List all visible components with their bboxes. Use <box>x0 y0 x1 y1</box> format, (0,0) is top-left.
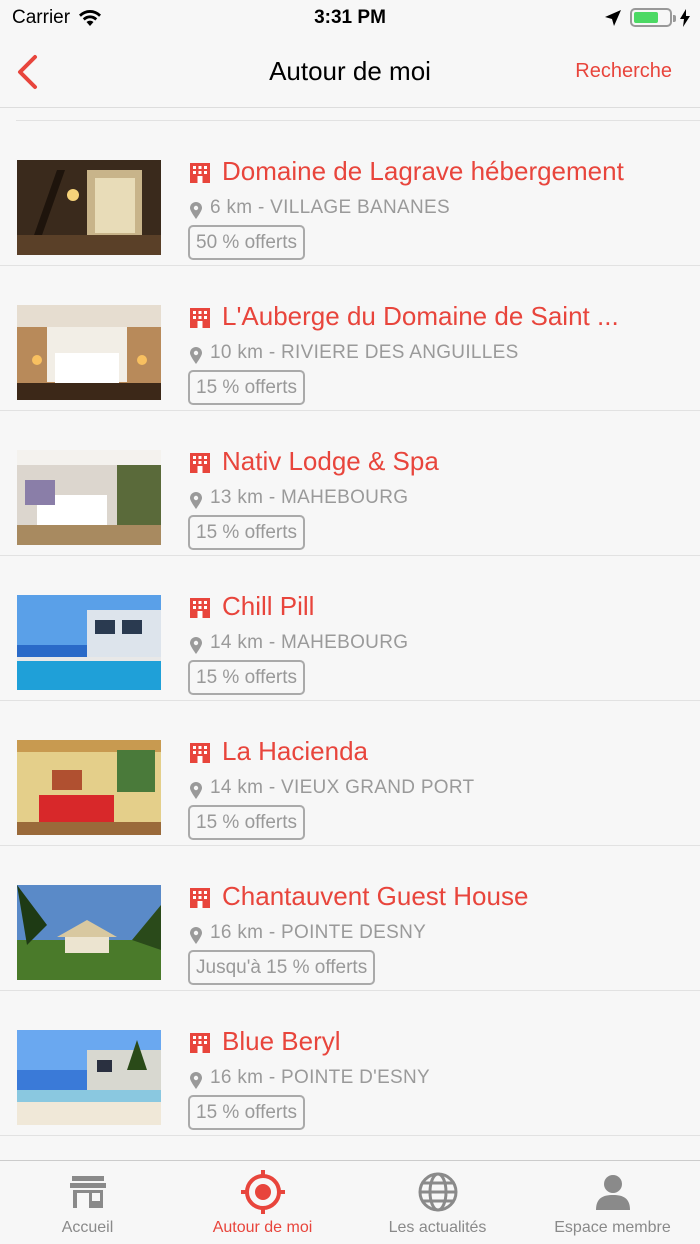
offer-badge: Jusqu'à 15 % offerts <box>188 950 376 985</box>
list-item[interactable]: Chantauvent Guest House 16 km - POINTE DE… <box>0 846 700 991</box>
place-name: L'Auberge du Domaine de Saint ... <box>222 301 619 331</box>
hotel-building-icon <box>190 598 210 618</box>
place-thumbnail <box>17 885 161 980</box>
tab-label: Accueil <box>61 1219 114 1236</box>
offer-badge: 15 % offerts <box>188 370 306 405</box>
place-name: Domaine de Lagrave hébergement <box>222 156 624 186</box>
place-name: Nativ Lodge & Spa <box>222 446 439 476</box>
status-bar: Carrier 3:31 PM <box>0 0 700 38</box>
globe-icon <box>418 1172 457 1212</box>
offer-badge: 15 % offerts <box>188 805 306 840</box>
place-distance: 16 km - POINTE D'ESNY <box>210 1067 431 1088</box>
tab-label: Autour de moi <box>212 1219 313 1236</box>
clock: 3:31 PM <box>314 7 386 28</box>
map-pin-icon <box>190 1072 202 1089</box>
place-name: Chill Pill <box>222 591 315 621</box>
map-pin-icon <box>190 202 202 219</box>
offer-badge: 15 % offerts <box>188 660 306 695</box>
list-item[interactable]: Chill Pill 14 km - MAHEBOURG 15 % offerts <box>0 556 700 701</box>
tab-label: Les actualités <box>388 1219 487 1236</box>
user-icon <box>595 1175 630 1210</box>
place-name: Blue Beryl <box>222 1026 341 1056</box>
hotel-building-icon <box>190 308 210 328</box>
tab-bar: Accueil Autour de moi Les actualités Esp… <box>0 1160 700 1244</box>
place-distance: 16 km - POINTE DESNY <box>210 922 427 943</box>
offer-badge: 15 % offerts <box>188 515 306 550</box>
charging-bolt-icon <box>680 8 690 27</box>
offer-badge: 15 % offerts <box>188 1095 306 1130</box>
tab-espace-membre[interactable]: Espace membre <box>525 1161 700 1244</box>
list-item[interactable]: L'Auberge du Domaine de Saint ... 10 km -… <box>0 266 700 411</box>
list-item[interactable]: Domaine de Lagrave hébergement 6 km - VIL… <box>0 121 700 266</box>
map-pin-icon <box>190 637 202 654</box>
hotel-building-icon <box>190 163 210 183</box>
place-name: La Hacienda <box>222 736 368 766</box>
offer-badge: 50 % offerts <box>188 225 306 260</box>
place-thumbnail <box>17 740 161 835</box>
target-location-icon <box>240 1170 285 1214</box>
location-arrow-icon <box>605 9 621 26</box>
tab-accueil[interactable]: Accueil <box>0 1161 175 1244</box>
map-pin-icon <box>190 927 202 944</box>
nearby-places-list: Domaine de Lagrave hébergement 6 km - VIL… <box>0 108 700 1160</box>
map-pin-icon <box>190 492 202 509</box>
hotel-building-icon <box>190 453 210 473</box>
battery-indicator <box>630 8 676 27</box>
list-item[interactable]: La Hacienda 14 km - VIEUX GRAND PORT 15 % … <box>0 701 700 846</box>
place-distance: 14 km - VIEUX GRAND PORT <box>210 777 475 798</box>
place-thumbnail <box>17 305 161 400</box>
place-distance: 14 km - MAHEBOURG <box>210 632 409 653</box>
navigation-bar: Autour de moi Recherche <box>0 38 700 108</box>
place-thumbnail <box>17 595 161 690</box>
place-distance: 10 km - RIVIERE DES ANGUILLES <box>210 342 519 363</box>
tab-autour-de-moi[interactable]: Autour de moi <box>175 1161 350 1244</box>
place-name: Chantauvent Guest House <box>222 881 529 911</box>
hotel-building-icon <box>190 743 210 763</box>
hotel-building-icon <box>190 888 210 908</box>
battery-level <box>634 12 658 23</box>
map-pin-icon <box>190 347 202 364</box>
place-thumbnail <box>17 1030 161 1125</box>
tab-actualites[interactable]: Les actualités <box>350 1161 525 1244</box>
divider <box>0 1135 700 1136</box>
hotel-building-icon <box>190 1033 210 1053</box>
place-thumbnail <box>17 160 161 255</box>
list-item[interactable]: Nativ Lodge & Spa 13 km - MAHEBOURG 15 % o… <box>0 411 700 556</box>
tab-label: Espace membre <box>554 1219 671 1236</box>
place-distance: 13 km - MAHEBOURG <box>210 487 409 508</box>
store-icon <box>69 1176 106 1208</box>
list-item[interactable]: Blue Beryl 16 km - POINTE D'ESNY 15 % offe… <box>0 991 700 1136</box>
place-distance: 6 km - VILLAGE BANANES <box>210 197 450 218</box>
search-button[interactable]: Recherche <box>575 60 672 83</box>
place-thumbnail <box>17 450 161 545</box>
map-pin-icon <box>190 782 202 799</box>
